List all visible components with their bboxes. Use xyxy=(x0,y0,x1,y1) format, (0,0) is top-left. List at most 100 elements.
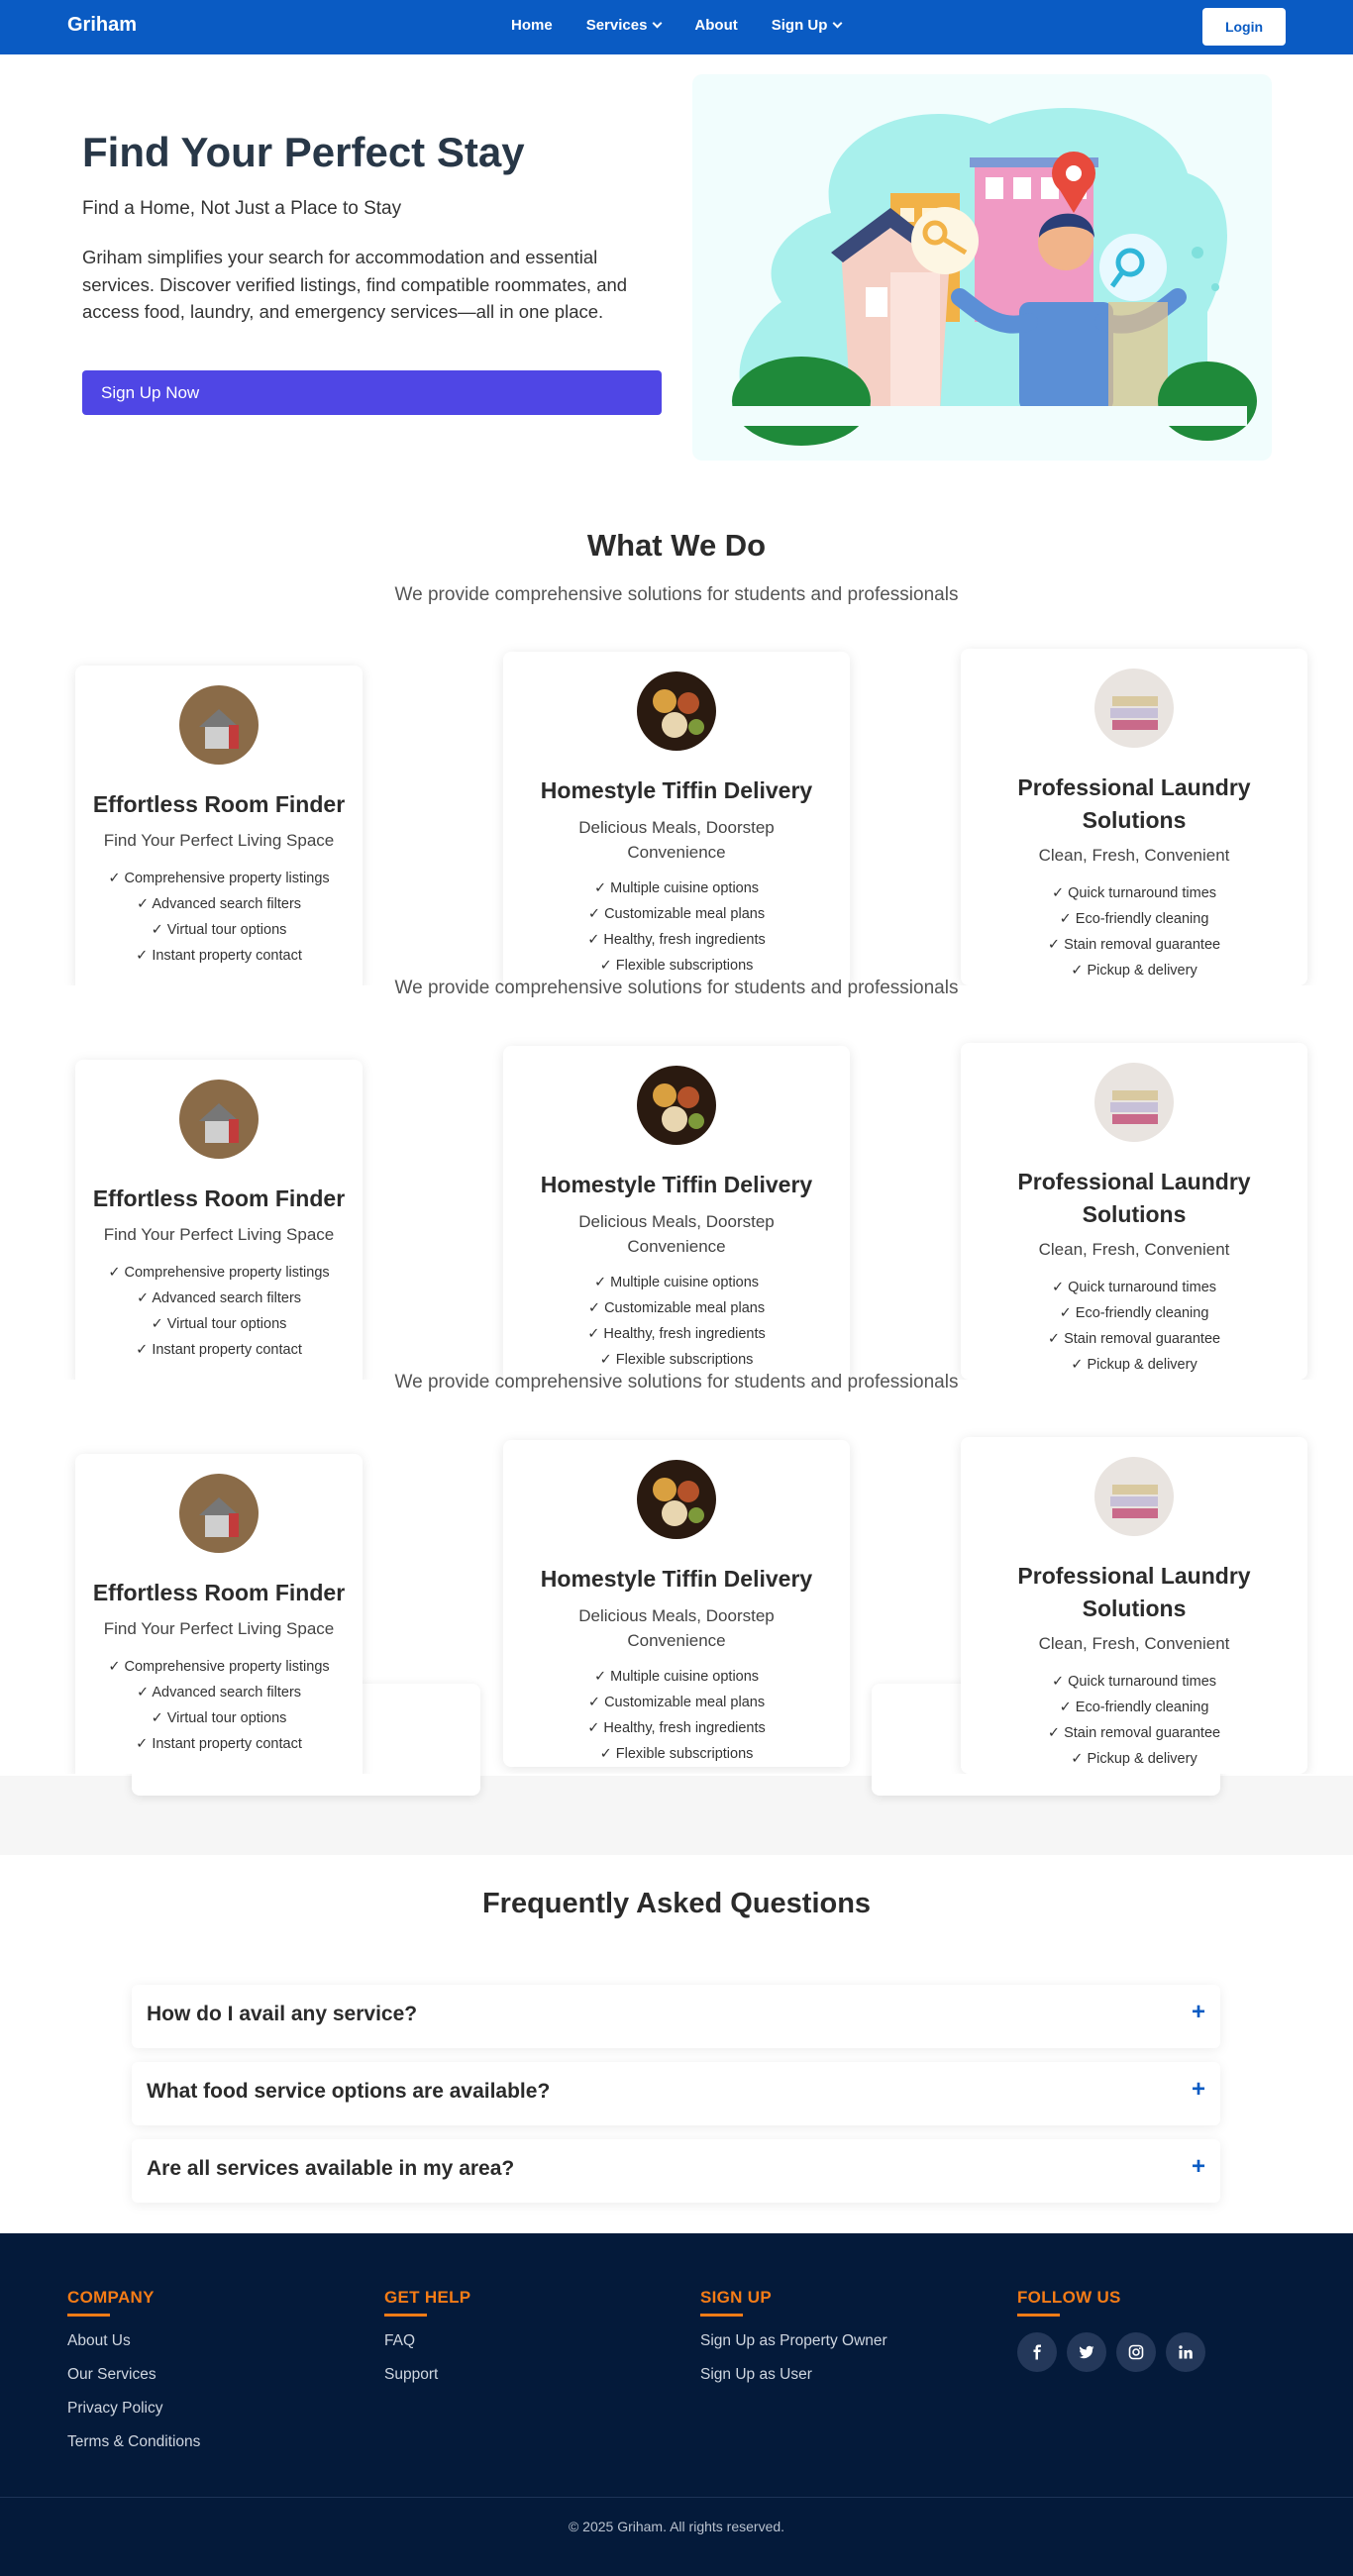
social-links xyxy=(1017,2332,1205,2372)
footer-link-signup-user[interactable]: Sign Up as User xyxy=(700,2366,887,2384)
card-feature: ✓ Instant property contact xyxy=(136,1736,302,1752)
navbar: Griham Home Services About Sign Up Login xyxy=(0,0,1353,54)
faq-item[interactable]: How do I avail any service? + xyxy=(132,1985,1220,2048)
card-feature: ✓ Virtual tour options xyxy=(151,922,287,938)
house-icon xyxy=(179,1080,259,1159)
card-feature: ✓ Flexible subscriptions xyxy=(599,1352,754,1368)
brand-logo[interactable]: Griham xyxy=(67,14,137,37)
card-feature: ✓ Healthy, fresh ingredients xyxy=(587,932,766,948)
faq-title: Frequently Asked Questions xyxy=(481,1888,872,1919)
footer-link-faq[interactable]: FAQ xyxy=(384,2332,470,2350)
card-feature: ✓ Quick turnaround times xyxy=(1051,885,1217,901)
plus-icon[interactable]: + xyxy=(1192,1999,1205,2026)
laundry-card[interactable]: Professional Laundry Solutions Clean, Fr… xyxy=(961,1043,1307,1380)
room-finder-card[interactable]: Effortless Room Finder Find Your Perfect… xyxy=(75,1454,363,1774)
house-icon xyxy=(179,1474,259,1553)
nav-link-about[interactable]: About xyxy=(694,17,737,34)
card-feature: ✓ Customizable meal plans xyxy=(587,906,766,922)
footer-company: COMPANY About Us Our Services Privacy Po… xyxy=(67,2288,200,2467)
card-feature: ✓ Comprehensive property listings xyxy=(108,1659,330,1675)
nav-link-home[interactable]: Home xyxy=(511,17,553,34)
card-feature-list: ✓ Comprehensive property listings ✓ Adva… xyxy=(75,866,363,969)
footer-heading-underline xyxy=(1017,2314,1060,2317)
footer-link-signup-owner[interactable]: Sign Up as Property Owner xyxy=(700,2332,887,2350)
card-feature: ✓ Virtual tour options xyxy=(151,1710,287,1726)
nav-link-services[interactable]: Services xyxy=(586,17,663,34)
card-tagline: Delicious Meals, Doorstep Convenience xyxy=(578,818,775,862)
card-title: Effortless Room Finder xyxy=(92,1185,346,1211)
services-card-band: Effortless Room Finder Find Your Perfect… xyxy=(0,1380,1353,1774)
card-feature-list: ✓ Quick turnaround times ✓ Eco-friendly … xyxy=(961,1669,1307,1772)
card-tagline: Clean, Fresh, Convenient xyxy=(1038,1240,1230,1259)
services-title: What We Do xyxy=(586,528,767,563)
laundry-icon xyxy=(1094,1063,1174,1142)
copyright: © 2025 Griham. All rights reserved. xyxy=(568,2519,785,2534)
card-tagline: Find Your Perfect Living Space xyxy=(103,831,335,850)
login-button[interactable]: Login xyxy=(1202,8,1286,46)
card-feature: ✓ Flexible subscriptions xyxy=(599,1746,754,1762)
card-feature: ✓ Eco-friendly cleaning xyxy=(1059,911,1209,927)
faq-question: How do I avail any service? xyxy=(147,2003,418,2025)
room-finder-card[interactable]: Effortless Room Finder Find Your Perfect… xyxy=(75,1060,363,1380)
faq-item[interactable]: Are all services available in my area? + xyxy=(132,2139,1220,2203)
footer-link-support[interactable]: Support xyxy=(384,2366,470,2384)
card-feature-list: ✓ Multiple cuisine options ✓ Customizabl… xyxy=(503,876,850,979)
card-feature: ✓ Advanced search filters xyxy=(136,1685,302,1700)
footer-link-privacy[interactable]: Privacy Policy xyxy=(67,2400,200,2418)
footer-divider xyxy=(0,2497,1353,2498)
footer-signup: SIGN UP Sign Up as Property Owner Sign U… xyxy=(700,2288,887,2400)
card-title: Effortless Room Finder xyxy=(92,791,346,817)
twitter-icon[interactable] xyxy=(1067,2332,1106,2372)
footer-heading: FOLLOW US xyxy=(1017,2288,1121,2307)
card-feature: ✓ Comprehensive property listings xyxy=(108,1265,330,1281)
faq-question: What food service options are available? xyxy=(147,2080,551,2103)
card-feature: ✓ Pickup & delivery xyxy=(1071,1751,1197,1767)
tiffin-card[interactable]: Homestyle Tiffin Delivery Delicious Meal… xyxy=(503,1440,850,1767)
plus-icon[interactable]: + xyxy=(1192,2153,1205,2181)
footer-follow: FOLLOW US xyxy=(1017,2288,1205,2372)
card-feature: ✓ Comprehensive property listings xyxy=(108,871,330,886)
house-icon xyxy=(179,685,259,765)
card-feature: ✓ Stain removal guarantee xyxy=(1047,1725,1221,1741)
card-feature: ✓ Advanced search filters xyxy=(136,896,302,912)
laundry-card[interactable]: Professional Laundry Solutions Clean, Fr… xyxy=(961,1437,1307,1774)
laundry-card[interactable]: Professional Laundry Solutions Clean, Fr… xyxy=(961,649,1307,985)
card-feature: ✓ Quick turnaround times xyxy=(1051,1674,1217,1690)
nav-link-signup[interactable]: Sign Up xyxy=(772,17,843,34)
card-feature-list: ✓ Comprehensive property listings ✓ Adva… xyxy=(75,1654,363,1757)
card-feature-list: ✓ Comprehensive property listings ✓ Adva… xyxy=(75,1260,363,1363)
footer-link-terms[interactable]: Terms & Conditions xyxy=(67,2433,200,2451)
nav-link-about-label: About xyxy=(694,17,738,34)
instagram-icon[interactable] xyxy=(1116,2332,1156,2372)
linkedin-icon[interactable] xyxy=(1166,2332,1205,2372)
card-feature: ✓ Advanced search filters xyxy=(136,1290,302,1306)
footer-link-about[interactable]: About Us xyxy=(67,2332,200,2350)
faq-item[interactable]: What food service options are available?… xyxy=(132,2062,1220,2125)
signup-now-button[interactable]: Sign Up Now xyxy=(82,370,662,415)
tiffin-card[interactable]: Homestyle Tiffin Delivery Delicious Meal… xyxy=(503,1046,850,1380)
laundry-icon xyxy=(1094,669,1174,748)
card-feature: ✓ Quick turnaround times xyxy=(1051,1280,1217,1295)
card-title: Homestyle Tiffin Delivery xyxy=(540,777,813,803)
food-icon xyxy=(637,1460,716,1539)
facebook-icon[interactable] xyxy=(1017,2332,1057,2372)
faq-question: Are all services available in my area? xyxy=(147,2157,515,2180)
card-title: Homestyle Tiffin Delivery xyxy=(540,1172,813,1197)
hero-illustration-svg xyxy=(722,108,1257,446)
room-finder-card[interactable]: Effortless Room Finder Find Your Perfect… xyxy=(75,666,363,985)
card-feature: ✓ Multiple cuisine options xyxy=(593,880,760,896)
footer: COMPANY About Us Our Services Privacy Po… xyxy=(0,2233,1353,2576)
card-feature: ✓ Multiple cuisine options xyxy=(593,1275,760,1290)
footer-heading: GET HELP xyxy=(384,2288,471,2307)
footer-help: GET HELP FAQ Support xyxy=(384,2288,470,2400)
footer-link-services[interactable]: Our Services xyxy=(67,2366,200,2384)
footer-heading: COMPANY xyxy=(67,2288,155,2307)
card-feature: ✓ Stain removal guarantee xyxy=(1047,937,1221,953)
nav-link-home-label: Home xyxy=(511,17,553,34)
plus-icon[interactable]: + xyxy=(1192,2076,1205,2104)
card-tagline: Delicious Meals, Doorstep Convenience xyxy=(578,1606,775,1650)
tiffin-card[interactable]: Homestyle Tiffin Delivery Delicious Meal… xyxy=(503,652,850,985)
hero-illustration xyxy=(692,74,1272,461)
chevron-down-icon xyxy=(832,18,843,29)
footer-heading-underline xyxy=(700,2314,743,2317)
